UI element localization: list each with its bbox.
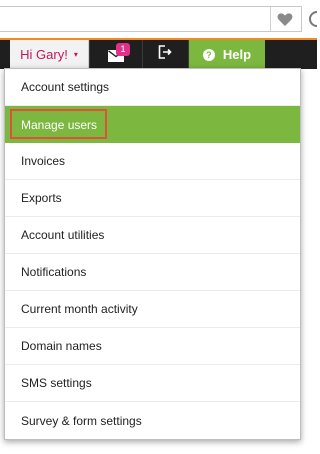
help-button[interactable]: ? Help — [189, 40, 265, 69]
browser-toolbar — [0, 0, 317, 39]
menu-item-invoices[interactable]: Invoices — [5, 143, 300, 180]
menu-item-label: Survey & form settings — [21, 413, 142, 428]
reload-icon[interactable] — [304, 6, 317, 32]
message-count-badge: 1 — [116, 43, 130, 56]
menu-item-label: Domain names — [21, 339, 102, 353]
menu-item-account-utilities[interactable]: Account utilities — [5, 217, 300, 254]
menu-item-current-month-activity[interactable]: Current month activity — [5, 291, 300, 328]
logout-button[interactable] — [143, 40, 187, 69]
address-bar[interactable] — [0, 6, 302, 32]
menu-item-account-settings[interactable]: Account settings — [5, 69, 300, 106]
messages-button[interactable]: 1 — [90, 40, 142, 69]
menu-item-label: Manage users — [21, 117, 98, 132]
account-dropdown-menu: Account settings Manage users Invoices E… — [4, 68, 301, 440]
menu-item-notifications[interactable]: Notifications — [5, 254, 300, 291]
chevron-down-icon: ▾ — [73, 50, 78, 59]
menu-item-domain-names[interactable]: Domain names — [5, 328, 300, 365]
logout-icon — [158, 45, 172, 64]
help-label: Help — [222, 47, 252, 62]
menu-item-manage-users[interactable]: Manage users — [5, 106, 300, 143]
menu-item-exports[interactable]: Exports — [5, 180, 300, 217]
menu-item-survey-form-settings[interactable]: Survey & form settings — [5, 402, 300, 439]
menu-item-label: Account utilities — [21, 228, 105, 242]
help-circle-icon: ? — [202, 48, 215, 61]
menu-item-sms-settings[interactable]: SMS settings — [5, 365, 300, 402]
user-menu-toggle[interactable]: Hi Gary! ▾ — [10, 40, 89, 69]
heart-icon[interactable] — [270, 7, 299, 31]
top-navigation-bar: Hi Gary! ▾ 1 ? Help — [0, 40, 317, 69]
menu-item-label: SMS settings — [21, 376, 92, 390]
greeting-label: Hi Gary! — [20, 47, 68, 62]
menu-item-label: Invoices — [21, 154, 66, 168]
menu-item-label: Current month activity — [21, 302, 138, 316]
menu-item-label: Notifications — [21, 265, 87, 279]
menu-item-label: Exports — [21, 191, 62, 205]
menu-item-label: Account settings — [21, 80, 110, 94]
